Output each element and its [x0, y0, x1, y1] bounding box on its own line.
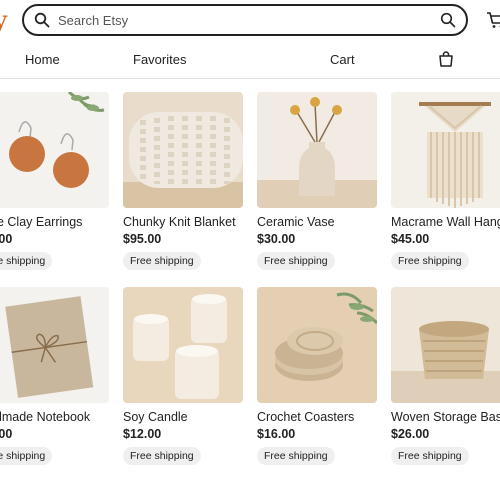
basket-image	[391, 287, 500, 403]
product-card[interactable]: Macrame Wall Hang $45.00 Free shipping	[391, 92, 500, 270]
product-title[interactable]: Crochet Coasters	[257, 410, 377, 424]
nav-favorites[interactable]: Favorites	[133, 52, 186, 67]
product-price: $16.00	[257, 427, 296, 441]
product-card[interactable]: Chunky Knit Blanket $95.00 Free shipping	[123, 92, 243, 270]
product-title[interactable]: Chunky Knit Blanket	[123, 215, 243, 229]
product-price: 20.00	[0, 427, 13, 441]
product-card[interactable]: ircle Clay Earrings 16.00 ree shipping	[0, 92, 109, 270]
product-title[interactable]: Soy Candle	[123, 410, 243, 424]
product-card[interactable]: andmade Notebook 20.00 ree shipping	[0, 287, 109, 465]
free-shipping-badge: ree shipping	[0, 252, 53, 270]
free-shipping-badge: Free shipping	[257, 447, 335, 465]
product-price: $95.00	[123, 232, 162, 246]
free-shipping-badge: Free shipping	[257, 252, 335, 270]
blanket-image	[123, 92, 243, 208]
free-shipping-badge: Free shipping	[391, 252, 469, 270]
product-card[interactable]: Crochet Coasters $16.00 Free shipping	[257, 287, 377, 465]
product-price: $45.00	[391, 232, 430, 246]
product-title[interactable]: Macrame Wall Hang	[391, 215, 500, 229]
notebook-image	[0, 287, 109, 403]
candle-image	[123, 287, 243, 403]
search-input[interactable]: Search Etsy	[58, 13, 440, 28]
search-bar[interactable]: Search Etsy	[22, 4, 468, 36]
free-shipping-badge: ree shipping	[0, 447, 53, 465]
shopping-bag-icon[interactable]	[437, 50, 455, 68]
nav-cart[interactable]: Cart	[330, 52, 355, 67]
earrings-image	[0, 92, 109, 208]
nav-home[interactable]: Home	[25, 52, 60, 67]
cart-icon[interactable]	[486, 10, 500, 30]
product-price: $12.00	[123, 427, 162, 441]
etsy-logo[interactable]: y	[0, 6, 8, 34]
coasters-image	[257, 287, 377, 403]
product-title[interactable]: ircle Clay Earrings	[0, 215, 109, 229]
product-price: 16.00	[0, 232, 13, 246]
product-title[interactable]: Ceramic Vase	[257, 215, 377, 229]
product-title[interactable]: andmade Notebook	[0, 410, 109, 424]
search-submit-icon[interactable]	[440, 12, 456, 28]
product-card[interactable]: Woven Storage Bas $26.00 Free shipping	[391, 287, 500, 465]
product-title[interactable]: Woven Storage Bas	[391, 410, 500, 424]
vase-image	[257, 92, 377, 208]
product-price: $30.00	[257, 232, 296, 246]
product-price: $26.00	[391, 427, 430, 441]
main-nav: Home Favorites Cart	[0, 40, 500, 79]
product-card[interactable]: Ceramic Vase $30.00 Free shipping	[257, 92, 377, 270]
macrame-image	[391, 92, 500, 208]
product-card[interactable]: Soy Candle $12.00 Free shipping	[123, 287, 243, 465]
free-shipping-badge: Free shipping	[123, 252, 201, 270]
free-shipping-badge: Free shipping	[123, 447, 201, 465]
free-shipping-badge: Free shipping	[391, 447, 469, 465]
search-icon	[34, 12, 50, 28]
